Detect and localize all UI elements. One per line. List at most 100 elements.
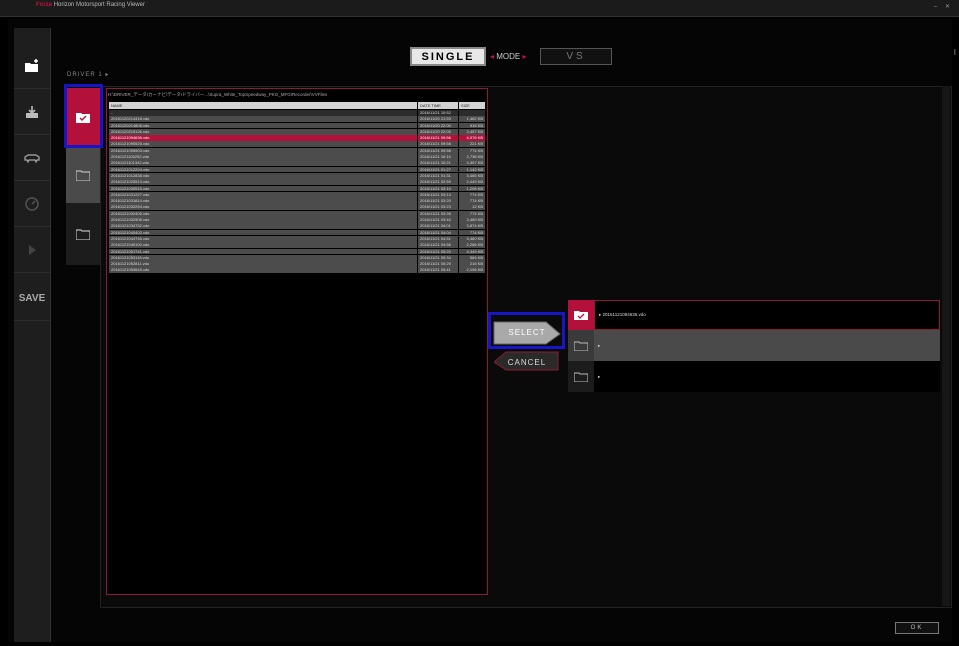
file-row[interactable]: 20161121095903.vdo 2016/11/21 09:58 774 KB xyxy=(109,147,485,154)
slot-tab-2[interactable] xyxy=(66,146,100,203)
sidebar-item-save[interactable]: SAVE xyxy=(14,276,50,321)
file-name-cell: 20161120214808.vdo xyxy=(109,122,417,129)
gauge-icon xyxy=(25,197,39,211)
sidebar-item-car[interactable] xyxy=(14,136,50,181)
file-date-cell: 2016/11/21 05:41 xyxy=(418,267,458,274)
file-row[interactable]: 20161121100252.vdo 2016/11/21 10:10 2,738 … xyxy=(109,154,485,160)
file-row[interactable]: 20161121045100.vdo 2016/11/21 04:56 2,266 … xyxy=(109,242,485,249)
destination-tab-2 xyxy=(568,330,594,361)
destination-slot-3[interactable]: ▸ xyxy=(568,361,940,392)
file-size-cell: 3,457 KB xyxy=(459,128,485,135)
file-name-cell: 20161121012838.vdo xyxy=(109,172,417,179)
column-date[interactable]: DATE TIME xyxy=(418,102,458,109)
file-name-cell: 20161121051741.vdo xyxy=(109,248,417,255)
sidebar-item-new-folder[interactable] xyxy=(14,44,50,89)
file-row[interactable]: 20161120214418.vdo 2016/11/20 21:53 1,462 … xyxy=(109,116,485,123)
file-size-cell: 216 KB xyxy=(459,261,485,267)
scrollbar[interactable] xyxy=(942,86,950,606)
file-size-cell: 3,489 KB xyxy=(459,217,485,223)
file-row[interactable]: 20161121031227.vdo 2016/11/21 03:14 774 KB xyxy=(109,191,485,198)
file-row[interactable]: 20161121095525.vdo 2016/11/21 09:58 221 KB xyxy=(109,141,485,148)
file-name-cell: 20161121044746.vdo xyxy=(109,235,417,242)
file-size-cell: 221 KB xyxy=(459,141,485,148)
file-date-cell: 2016/11/21 04:56 xyxy=(418,242,458,249)
file-row[interactable]: 20161121034752.vdo 2016/11/21 04:01 3,874 … xyxy=(109,223,485,230)
destination-text-3: ▸ xyxy=(598,373,601,379)
column-size[interactable]: SIZE xyxy=(459,102,485,109)
title-brand: Forza xyxy=(36,2,53,8)
file-row[interactable]: 20161121012204.vdo 2016/11/21 01:27 1,142 … xyxy=(109,166,485,173)
folder-add-icon xyxy=(25,59,38,72)
file-size-cell: 1,208 KB xyxy=(459,185,485,192)
edge-mark: I xyxy=(953,48,956,57)
file-name-cell: 20161121095525.vdo xyxy=(109,141,417,148)
driver-label: DRIVER 1 ▸ xyxy=(67,72,110,78)
file-date-cell: 2016/11/21 01:27 xyxy=(418,166,458,173)
file-date-cell: 2016/11/21 03:40 xyxy=(418,217,458,223)
file-row[interactable]: 20161121101342.vdo 2016/11/21 10:21 4,307 … xyxy=(109,160,485,167)
play-icon xyxy=(29,245,36,255)
sidebar: SAVE xyxy=(14,28,51,642)
file-size-cell: 916 KB xyxy=(459,122,485,129)
file-size-cell: 3,460 KB xyxy=(459,235,485,242)
mode-single-button[interactable]: SINGLE xyxy=(410,47,486,66)
file-date-cell: 2016/11/20 22:05 xyxy=(418,128,458,135)
slot-tab-3[interactable] xyxy=(66,203,100,265)
destination-body-2: ▸ xyxy=(594,330,940,361)
file-date-cell: 2016/11/21 03:23 xyxy=(418,204,458,211)
file-date-cell: 2016/11/21 04:04 xyxy=(418,229,458,236)
file-row[interactable]: 20161121032908.vdo 2016/11/21 03:40 3,489 … xyxy=(109,217,485,223)
file-date-cell: 2016/11/21 03:10 xyxy=(418,185,458,192)
file-name-cell: 20161121094636.vdo xyxy=(109,135,417,141)
file-row[interactable]: 20161121051741.vdo 2016/11/21 05:20 4,349 … xyxy=(109,248,485,255)
destination-text-1: ▸ 20161121094636.vdo xyxy=(599,312,646,317)
file-name-cell: 20161120215126.vdo xyxy=(109,128,417,135)
destination-slot-1[interactable]: ▸ 20161121094636.vdo xyxy=(568,300,940,330)
file-row[interactable]: 20161121044746.vdo 2016/11/21 04:51 3,460 … xyxy=(109,235,485,242)
destination-text-2: ▸ xyxy=(598,342,601,348)
file-row[interactable]: 20161121031814.vdo 2016/11/21 03:20 774 KB xyxy=(109,198,485,204)
file-row[interactable]: 20161121052811.vdo 2016/11/21 05:29 216 KB xyxy=(109,261,485,267)
sidebar-item-gauge[interactable] xyxy=(14,182,50,227)
file-date-cell: 2016/11/21 04:51 xyxy=(418,235,458,242)
file-name-cell: 20161121031814.vdo xyxy=(109,198,417,204)
file-row[interactable]: 20161120214808.vdo 2016/11/20 22:00 916 KB xyxy=(109,122,485,129)
file-list: .. 2016/11/21 10:52 20161120214418.vdo 2016… xyxy=(109,110,485,274)
folder-icon xyxy=(574,371,588,382)
file-date-cell: 2016/11/21 03:14 xyxy=(418,191,458,198)
file-row[interactable]: 20161121094636.vdo 2016/11/21 09:56 4,076 … xyxy=(109,135,485,141)
file-row[interactable]: 20161121053118.vdo 2016/11/21 05:34 564 KB xyxy=(109,254,485,261)
file-row[interactable]: 20161121025513.vdo 2016/11/21 02:59 2,449 … xyxy=(109,179,485,186)
file-row[interactable]: 20161121032254.vdo 2016/11/21 03:23 12 KB xyxy=(109,204,485,211)
mode-vs-button[interactable]: VS xyxy=(540,48,612,65)
window-controls[interactable]: – ✕ xyxy=(934,3,953,10)
file-date-cell: 2016/11/20 21:53 xyxy=(418,116,458,123)
file-name-cell: 20161121101342.vdo xyxy=(109,160,417,167)
sidebar-item-import[interactable] xyxy=(14,90,50,135)
file-size-cell: 2,266 KB xyxy=(459,242,485,249)
file-date-cell: 2016/11/21 01:31 xyxy=(418,172,458,179)
column-name[interactable]: NAME xyxy=(109,102,417,109)
file-row[interactable]: 20161120215126.vdo 2016/11/20 22:05 3,457 … xyxy=(109,128,485,135)
file-row[interactable]: 20161121032405.vdo 2016/11/21 03:26 774 KB xyxy=(109,210,485,217)
file-name-cell: 20161121030515.vdo xyxy=(109,185,417,192)
ok-button[interactable]: OK xyxy=(895,622,939,634)
download-icon xyxy=(26,106,38,118)
file-row[interactable]: .. 2016/11/21 10:52 xyxy=(109,110,485,116)
file-date-cell: 2016/11/21 09:56 xyxy=(418,135,458,141)
file-size-cell: 1,462 KB xyxy=(459,116,485,123)
file-size-cell: 564 KB xyxy=(459,254,485,261)
file-row[interactable]: 20161121053645.vdo 2016/11/21 05:41 2,196 … xyxy=(109,267,485,274)
destination-slot-2[interactable]: ▸ xyxy=(568,330,940,361)
file-name-cell: 20161121095903.vdo xyxy=(109,147,417,154)
cancel-button[interactable]: CANCEL xyxy=(494,350,560,374)
file-row[interactable]: 20161121012838.vdo 2016/11/21 01:31 3,466 … xyxy=(109,172,485,179)
file-name-cell: 20161121034752.vdo xyxy=(109,223,417,230)
file-date-cell: 2016/11/21 05:20 xyxy=(418,248,458,255)
file-name-cell: 20161121100252.vdo xyxy=(109,154,417,160)
file-date-cell: 2016/11/21 02:59 xyxy=(418,179,458,186)
sidebar-item-play[interactable] xyxy=(14,228,50,273)
file-row[interactable]: 20161121030515.vdo 2016/11/21 03:10 1,208 … xyxy=(109,185,485,192)
car-icon xyxy=(24,154,40,164)
file-row[interactable]: 20161121040402.vdo 2016/11/21 04:04 774 KB xyxy=(109,229,485,236)
